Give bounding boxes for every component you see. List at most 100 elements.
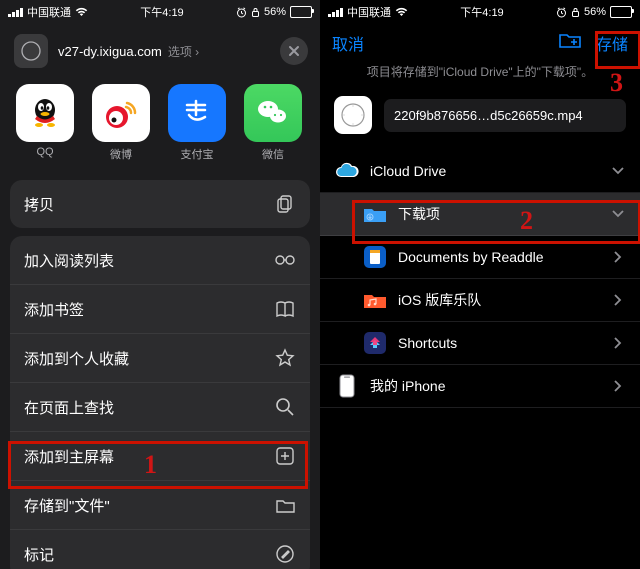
book-icon [274, 298, 296, 320]
loc-label: iCloud Drive [370, 163, 600, 179]
share-app-qq[interactable]: QQ [14, 84, 76, 162]
wifi-icon [75, 7, 88, 17]
qq-icon [16, 84, 74, 142]
share-app-weibo[interactable]: 微博 [90, 84, 152, 162]
signal-icon [328, 8, 343, 17]
loc-icloud-drive[interactable]: iCloud Drive [320, 150, 640, 193]
carrier-label: 中国联通 [347, 4, 391, 20]
battery-pct: 56% [264, 6, 286, 18]
loc-downloads[interactable]: 下载项 [320, 193, 640, 236]
loc-documents-readdle[interactable]: Documents by Readdle [320, 236, 640, 279]
action-add-home[interactable]: 添加到主屏幕 [10, 432, 310, 481]
annotation-label-2: 2 [520, 206, 533, 236]
app-label: 支付宝 [181, 146, 214, 162]
url-options[interactable]: 选项 › [168, 43, 199, 60]
save-button[interactable]: 存储 [596, 31, 628, 55]
action-markup[interactable]: 标记 [10, 530, 310, 569]
action-label: 在页面上查找 [24, 397, 114, 418]
action-add-favorites[interactable]: 添加到个人收藏 [10, 334, 310, 383]
chevron-right-icon [610, 251, 626, 263]
action-label: 添加书签 [24, 299, 84, 320]
action-label: 添加到主屏幕 [24, 446, 114, 467]
loc-label: iOS 版库乐队 [398, 290, 600, 310]
chevron-down-icon [610, 167, 626, 175]
cancel-button[interactable]: 取消 [332, 31, 364, 55]
chevron-right-icon [610, 337, 626, 349]
action-label: 拷贝 [24, 194, 54, 215]
status-bar: 中国联通 下午4:19 56% [0, 0, 320, 22]
filename-field[interactable]: 220f9b876656…d5c26659c.mp4 [384, 99, 626, 132]
loc-my-iphone[interactable]: 我的 iPhone [320, 365, 640, 408]
garageband-folder-icon [362, 289, 388, 311]
loc-label: 下载项 [398, 204, 600, 224]
iphone-icon [334, 375, 360, 397]
icloud-icon [334, 160, 360, 182]
nav-bar: 取消 存储 [320, 22, 640, 61]
locations-list: iCloud Drive 下载项 2 Documents by Readdle [320, 150, 640, 408]
status-time: 下午4:19 [408, 4, 556, 20]
battery-icon [290, 6, 312, 18]
downloads-folder-icon [362, 203, 388, 225]
search-icon [274, 396, 296, 418]
annotation-label-1: 1 [144, 450, 157, 480]
share-app-wechat[interactable]: 微信 [242, 84, 304, 162]
weibo-icon [92, 84, 150, 142]
safari-icon [14, 34, 48, 68]
action-label: 加入阅读列表 [24, 250, 114, 271]
alarm-icon [556, 7, 567, 18]
loc-label: Documents by Readdle [398, 249, 600, 265]
alipay-icon [168, 84, 226, 142]
action-reading-list[interactable]: 加入阅读列表 [10, 236, 310, 285]
wifi-icon [395, 7, 408, 17]
share-app-alipay[interactable]: 支付宝 [166, 84, 228, 162]
app-label: 微信 [262, 146, 284, 162]
app-label: 微博 [110, 146, 132, 162]
app-label: QQ [36, 146, 53, 158]
markup-icon [274, 543, 296, 565]
battery-pct: 56% [584, 6, 606, 18]
new-folder-button[interactable] [558, 30, 582, 55]
url-row: v27-dy.ixigua.com 选项 › [0, 22, 320, 80]
action-save-to-files[interactable]: 存储到"文件" [10, 481, 310, 530]
action-label: 添加到个人收藏 [24, 348, 129, 369]
copy-action-block: 拷贝 [10, 180, 310, 228]
app-share-row: QQ 微博 支付宝 微信 [0, 80, 320, 172]
file-row: 220f9b876656…d5c26659c.mp4 [320, 88, 640, 142]
folder-icon [274, 494, 296, 516]
safari-file-icon [334, 96, 372, 134]
copy-icon [274, 193, 296, 215]
lock-icon [251, 7, 260, 18]
star-icon [274, 347, 296, 369]
close-button[interactable] [280, 37, 308, 65]
action-copy[interactable]: 拷贝 [10, 180, 310, 228]
alarm-icon [236, 7, 247, 18]
annotation-label-3: 3 [610, 68, 623, 98]
action-label: 存储到"文件" [24, 495, 110, 516]
action-find-on-page[interactable]: 在页面上查找 [10, 383, 310, 432]
share-sheet-screen: 中国联通 下午4:19 56% v27-dy.ixigua.com 选项 › [0, 0, 320, 569]
action-add-bookmark[interactable]: 添加书签 [10, 285, 310, 334]
status-time: 下午4:19 [88, 4, 236, 20]
wechat-icon [244, 84, 302, 142]
shortcuts-app-icon [362, 332, 388, 354]
chevron-right-icon [610, 294, 626, 306]
lock-icon [571, 7, 580, 18]
files-save-screen: 中国联通 下午4:19 56% 取消 存储 3 [320, 0, 640, 569]
save-subtitle: 项目将存储到"iCloud Drive"上的"下载项"。 [320, 61, 640, 88]
actions-list: 加入阅读列表 添加书签 添加到个人收藏 在页面上查找 添加到主屏幕 [10, 236, 310, 569]
loc-label: 我的 iPhone [370, 376, 600, 396]
battery-icon [610, 6, 632, 18]
carrier-label: 中国联通 [27, 4, 71, 20]
chevron-down-icon [610, 210, 626, 218]
signal-icon [8, 8, 23, 17]
url-host: v27-dy.ixigua.com [58, 44, 162, 59]
add-square-icon [274, 445, 296, 467]
glasses-icon [274, 249, 296, 271]
loc-garageband[interactable]: iOS 版库乐队 [320, 279, 640, 322]
loc-shortcuts[interactable]: Shortcuts [320, 322, 640, 365]
loc-label: Shortcuts [398, 335, 600, 351]
documents-app-icon [362, 246, 388, 268]
status-bar: 中国联通 下午4:19 56% [320, 0, 640, 22]
action-label: 标记 [24, 544, 54, 565]
chevron-right-icon [610, 380, 626, 392]
